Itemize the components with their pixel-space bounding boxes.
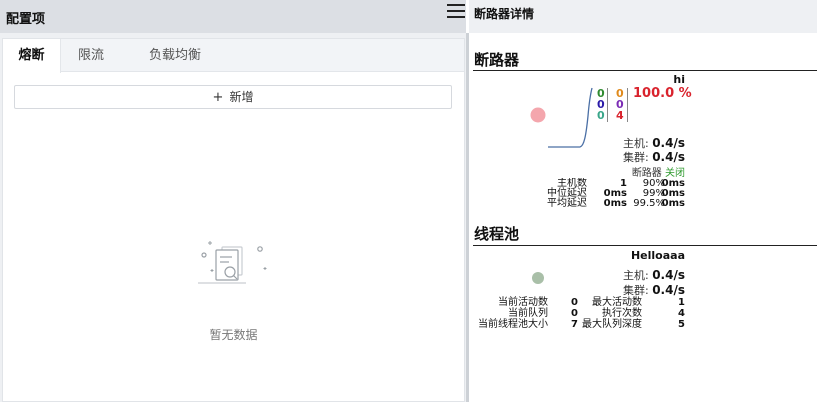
thread-pool-name: Helloaaa — [630, 249, 685, 262]
tp-pool-size-label: 当前线程池大小 — [478, 319, 548, 330]
config-card: 熔断 限流 负载均衡 + 新增 暂无数据 — [2, 38, 465, 402]
tp-active-value: 0 — [571, 297, 578, 308]
tab-circuit-breaker[interactable]: 熔断 — [3, 39, 61, 73]
circuit-breaker-stats: 主机数 1 90% 0ms 中位延迟 0ms 99% 0ms 平均延迟 0ms … — [520, 178, 720, 209]
add-button-label: 新增 — [229, 90, 254, 104]
tp-max-queue-label: 最大队列深度 — [582, 319, 642, 330]
empty-state-text: 暂无数据 — [209, 328, 258, 342]
count-divider — [607, 88, 608, 122]
tp-max-queue-value: 5 — [678, 319, 685, 330]
config-header — [0, 0, 466, 33]
cluster-rate-label: 集群: — [622, 151, 649, 164]
config-title: 配置项 — [6, 12, 46, 27]
health-circle — [530, 107, 546, 123]
scrollbar[interactable] — [466, 33, 469, 402]
breaker-status: 断路器 关闭 — [632, 164, 685, 179]
thread-pool-health-circle — [532, 272, 544, 284]
bad-request-count: 0 — [597, 109, 605, 122]
config-tabs: 熔断 限流 负载均衡 — [3, 39, 464, 73]
thread-host-rate: 主机: 0.4/s — [623, 267, 685, 283]
tp-queue-label: 当前队列 — [508, 308, 548, 319]
traffic-sparkline — [548, 87, 593, 148]
plus-icon: + — [212, 90, 224, 105]
tp-queue-value: 0 — [571, 308, 578, 319]
circuit-breaker-section-title: 断路器 — [474, 51, 520, 69]
section-divider — [473, 245, 817, 246]
tp-pool-size-value: 7 — [571, 319, 578, 330]
cluster-rate: 集群: 0.4/s — [623, 149, 685, 165]
add-button[interactable]: + 新增 — [14, 85, 452, 109]
circuit-breaker-name: hi — [673, 73, 685, 86]
tp-active-label: 当前活动数 — [498, 297, 548, 308]
host-rate-value: 0.4/s — [652, 136, 685, 150]
tab-load-balance[interactable]: 负载均衡 — [121, 39, 229, 72]
detail-title: 断路器详情 — [474, 7, 535, 21]
stat-mean-label: 平均延迟 — [547, 198, 587, 209]
failure-count: 4 — [616, 109, 624, 122]
thread-cluster-rate: 集群: 0.4/s — [623, 282, 685, 298]
tp-max-active-label: 最大活动数 — [592, 297, 642, 308]
cluster-rate-value: 0.4/s — [652, 150, 685, 164]
tab-rate-limit[interactable]: 限流 — [61, 39, 121, 72]
empty-document-search-icon — [198, 241, 267, 284]
tp-max-active-value: 1 — [678, 297, 685, 308]
thread-pool-section-title: 线程池 — [474, 225, 520, 243]
hamburger-menu-icon[interactable] — [447, 3, 465, 19]
stat-p995-label: 99.5% — [633, 198, 665, 209]
count-divider — [627, 88, 628, 122]
stat-mean-value: 0ms — [603, 198, 627, 209]
tp-executions-value: 4 — [678, 308, 685, 319]
tp-executions-label: 执行次数 — [602, 308, 642, 319]
error-percentage: 100.0 % — [633, 86, 692, 101]
stat-p995-value: 0ms — [661, 198, 685, 209]
thread-cluster-rate-value: 0.4/s — [652, 283, 685, 297]
section-divider — [473, 70, 817, 71]
thread-host-rate-value: 0.4/s — [652, 268, 685, 282]
thread-host-rate-label: 主机: — [622, 269, 649, 282]
thread-cluster-rate-label: 集群: — [622, 284, 649, 297]
